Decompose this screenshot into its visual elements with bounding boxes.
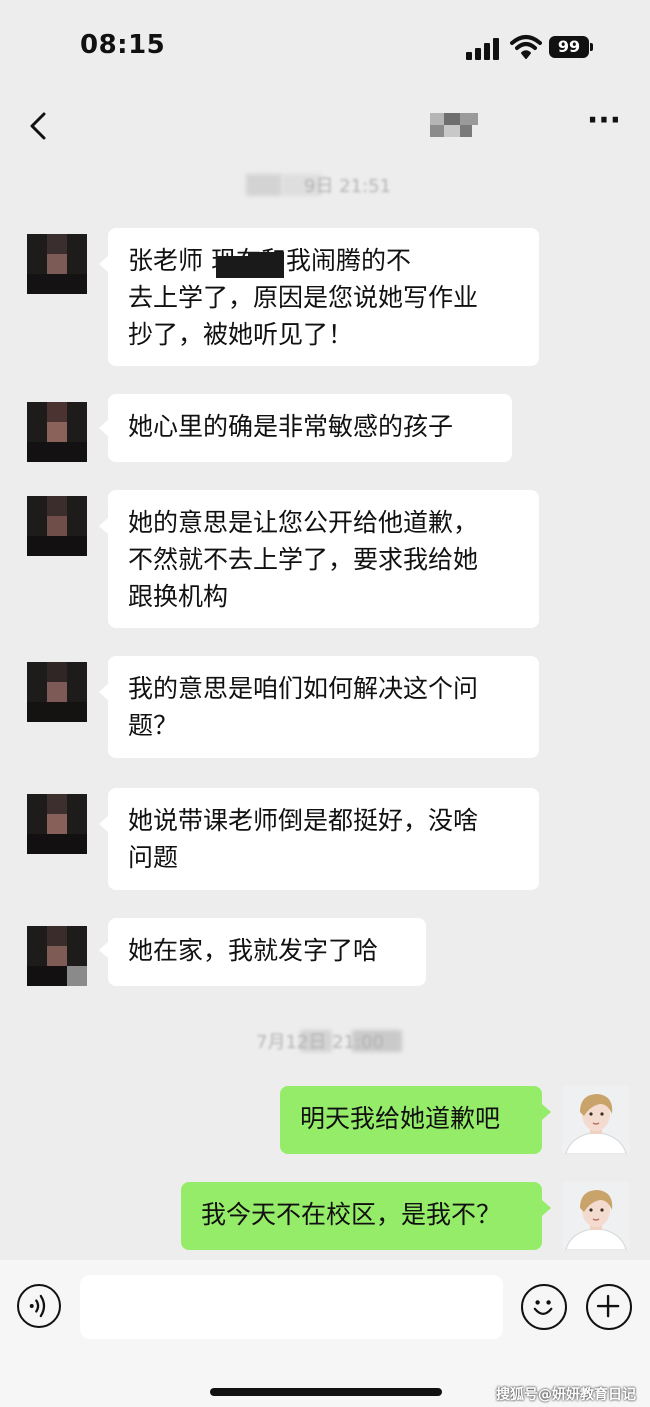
contact-avatar[interactable]	[27, 496, 87, 556]
battery-tip	[590, 43, 593, 51]
voice-icon[interactable]	[17, 1284, 61, 1328]
bubble-tail	[99, 684, 108, 700]
redacted-name	[248, 252, 284, 278]
message-bubble-incoming[interactable]: 她说带课老师倒是都挺好，没啥 问题	[108, 788, 539, 890]
message-text: 她说带课老师倒是都挺好，没啥 问题	[128, 806, 479, 872]
message-text: 她的意思是让您公开给他道歉， 不然就不去上学了，要求我给她 跟换机构	[128, 508, 479, 611]
back-button[interactable]	[22, 108, 58, 144]
bubble-tail	[99, 256, 108, 272]
redacted-name	[216, 256, 248, 278]
contact-avatar[interactable]	[27, 662, 87, 722]
chat-message-list[interactable]: 9日 21:51 张老师 现在和我闹腾的不 去上学了，原因是您说她写作业 抄了，…	[0, 162, 650, 1260]
bubble-tail	[99, 816, 108, 832]
message-bubble-incoming[interactable]: 她在家，我就发字了哈	[108, 918, 426, 986]
message-text: 我的意思是咱们如何解决这个问 题？	[128, 674, 479, 740]
timestamp-text: 9日 21:51	[304, 176, 392, 197]
timestamp: 7月12日 21:00	[256, 1030, 406, 1053]
bubble-tail	[99, 420, 108, 436]
message-text: 明天我给她道歉吧	[300, 1104, 501, 1133]
more-button[interactable]: ···	[584, 106, 624, 140]
home-indicator[interactable]	[210, 1388, 442, 1396]
timestamp-text: 7月12日 21:00	[256, 1032, 384, 1053]
bubble-tail	[542, 1200, 551, 1216]
wifi-icon	[510, 35, 542, 59]
contact-avatar[interactable]	[27, 234, 87, 294]
bubble-tail	[99, 942, 108, 958]
message-bubble-incoming[interactable]: 我的意思是咱们如何解决这个问 题？	[108, 656, 539, 758]
input-bar: 搜狐号@妍妍教育日记	[0, 1260, 650, 1407]
user-avatar[interactable]	[562, 1086, 630, 1154]
message-bubble-incoming[interactable]: 张老师 现在和我闹腾的不 去上学了，原因是您说她写作业 抄了，被她听见了！	[108, 228, 539, 366]
timestamp: 9日 21:51	[246, 174, 406, 197]
message-input[interactable]	[80, 1275, 503, 1339]
status-time: 08:15	[80, 30, 166, 60]
cellular-signal-icon	[466, 38, 500, 60]
contact-avatar[interactable]	[27, 926, 87, 986]
contact-name-redacted	[430, 113, 478, 137]
contact-avatar[interactable]	[27, 402, 87, 462]
user-avatar[interactable]	[562, 1182, 630, 1250]
bubble-tail	[542, 1104, 551, 1120]
battery-indicator: 99	[549, 36, 589, 58]
chat-header: ···	[0, 90, 650, 162]
bubble-tail	[99, 518, 108, 534]
plus-icon[interactable]	[586, 1284, 632, 1330]
message-text: 她在家，我就发字了哈	[128, 936, 379, 965]
message-bubble-outgoing[interactable]: 我今天不在校区，是我不？	[181, 1182, 542, 1250]
status-bar: 08:15 99	[0, 0, 650, 90]
message-bubble-incoming[interactable]: 她心里的确是非常敏感的孩子	[108, 394, 512, 462]
message-text: 张老师 现在和我闹腾的不 去上学了，原因是您说她写作业 抄了，被她听见了！	[128, 246, 479, 349]
emoji-icon[interactable]	[521, 1284, 567, 1330]
message-text: 她心里的确是非常敏感的孩子	[128, 412, 454, 441]
message-bubble-incoming[interactable]: 她的意思是让您公开给他道歉， 不然就不去上学了，要求我给她 跟换机构	[108, 490, 539, 628]
watermark: 搜狐号@妍妍教育日记	[496, 1387, 636, 1403]
contact-avatar[interactable]	[27, 794, 87, 854]
message-text: 我今天不在校区，是我不？	[201, 1200, 502, 1229]
message-bubble-outgoing[interactable]: 明天我给她道歉吧	[280, 1086, 542, 1154]
